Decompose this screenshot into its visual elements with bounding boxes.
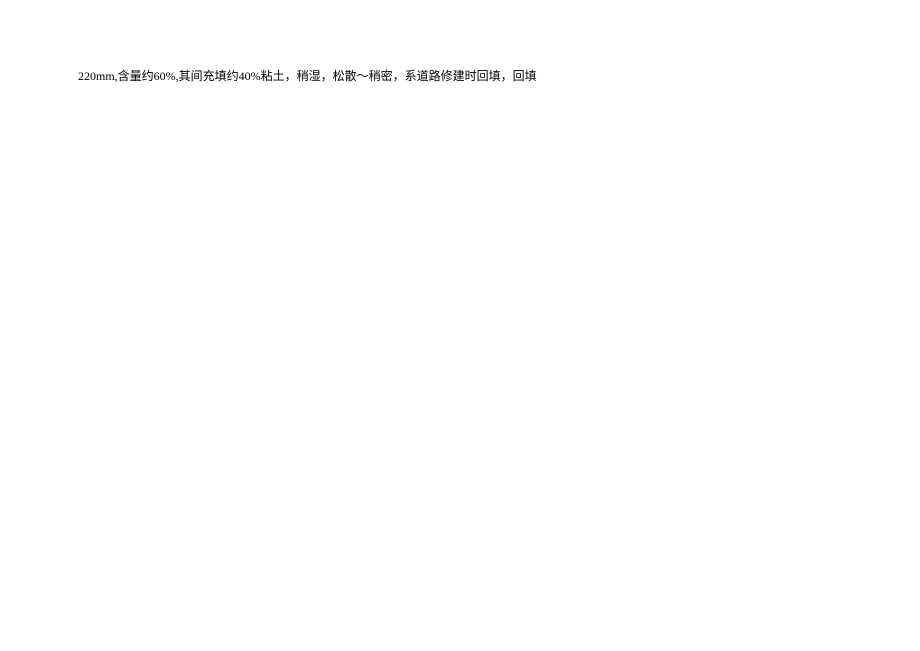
body-text: 220mm,含量约60%,其间充填约40%粘土，稍湿，松散～稍密，系道路修建时回…	[78, 69, 537, 83]
